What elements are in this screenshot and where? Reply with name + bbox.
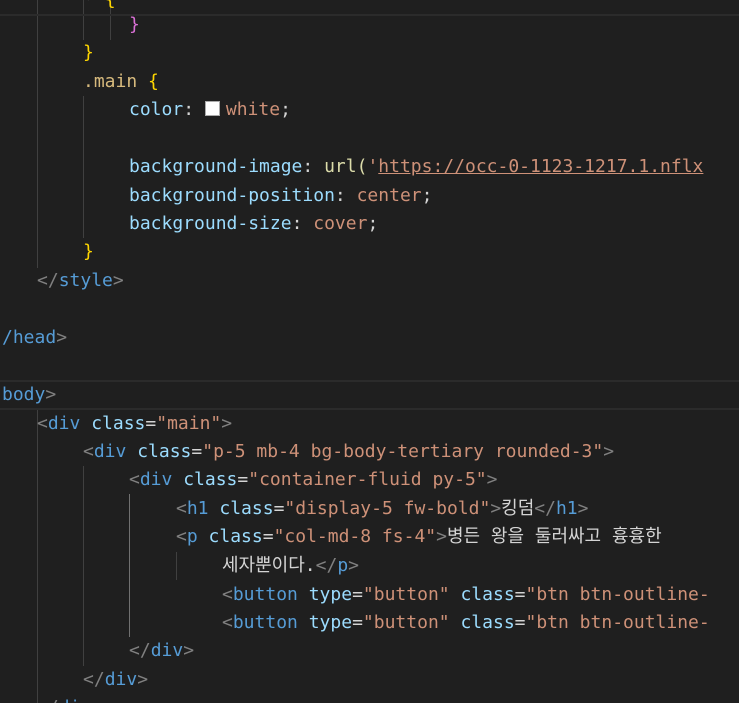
code-line: * {	[83, 0, 116, 14]
code-token: div	[47, 413, 81, 434]
code-token: '	[367, 156, 379, 177]
code-line: <p class="col-md-8 fs-4">병든 왕을 둘러싸고 흉흉한	[176, 526, 662, 547]
code-token: "container-fluid py-5"	[248, 469, 487, 490]
code-line: background-size: cover;	[129, 213, 379, 234]
code-editor[interactable]: * { } } .main { color: white; background…	[0, 0, 739, 703]
code-link[interactable]: https://occ-0-1123-1217.1.nflx	[378, 156, 703, 177]
code-token: div	[139, 469, 173, 490]
code-token: div	[93, 441, 127, 462]
code-token: class	[208, 526, 263, 547]
code-line: }	[129, 11, 140, 39]
code-text: 킹덤	[501, 498, 535, 519]
code-text: 병든 왕을 둘러싸고 흉흉한	[446, 526, 662, 547]
indent-guide	[37, 0, 38, 268]
code-token: .main	[83, 71, 138, 92]
code-line: background-image: url('https://occ-0-112…	[129, 156, 704, 177]
color-swatch-icon[interactable]	[204, 101, 220, 116]
code-token: class	[183, 469, 238, 490]
code-token: p	[186, 526, 198, 547]
code-token: "button"	[362, 584, 450, 605]
code-token: "button"	[362, 612, 450, 633]
indent-guide	[83, 96, 84, 238]
code-line: <button type="button" class="btn btn-out…	[222, 584, 710, 605]
code-token: "p-5 mb-4 bg-body-tertiary rounded-3"	[202, 441, 604, 462]
code-token: url(	[324, 156, 368, 177]
code-token: background-position	[129, 185, 335, 206]
code-token: div	[150, 640, 184, 661]
indent-guide	[37, 410, 38, 703]
code-token: class	[137, 441, 192, 462]
code-line: }	[83, 39, 94, 67]
code-token: style	[58, 270, 113, 291]
code-token: class	[91, 413, 146, 434]
code-line: </div>	[37, 694, 102, 703]
code-token: "btn btn-outline-	[525, 612, 710, 633]
code-line: .main {	[83, 71, 159, 92]
code-line: </style>	[37, 270, 124, 291]
code-token: div	[104, 669, 138, 690]
code-token: head	[12, 327, 57, 348]
code-line: <div class="main">	[37, 413, 233, 434]
code-token: }	[129, 14, 140, 35]
code-line: body>	[2, 384, 57, 405]
code-token: "btn btn-outline-	[525, 584, 710, 605]
code-token: {	[105, 0, 116, 10]
code-token: cover	[313, 213, 368, 234]
code-token: white	[225, 99, 281, 120]
code-token: h1	[186, 498, 209, 519]
code-token: "col-md-8 fs-4"	[273, 526, 437, 547]
indent-guide	[176, 552, 177, 580]
code-line: <button type="button" class="btn btn-out…	[222, 612, 710, 633]
code-line: }	[83, 238, 94, 266]
code-line: <div class="container-fluid py-5">	[129, 469, 498, 490]
indent-guide	[129, 494, 130, 637]
code-token: center	[356, 185, 422, 206]
code-token: "main"	[156, 413, 222, 434]
sticky-scroll-divider	[0, 14, 739, 16]
code-token: type	[308, 612, 353, 633]
code-line: </div>	[83, 669, 149, 690]
code-token: background-image	[129, 156, 303, 177]
code-line: 세자뿐이다.</p>	[222, 555, 360, 576]
code-line: background-position: center;	[129, 185, 433, 206]
code-line: <h1 class="display-5 fw-bold">킹덤</h1>	[176, 498, 589, 519]
code-token: color	[129, 99, 184, 120]
code-text: 세자뿐이다.	[222, 555, 316, 576]
code-line: /head>	[2, 327, 68, 348]
code-token: }	[83, 241, 94, 262]
code-line: </div>	[129, 640, 195, 661]
code-token: type	[308, 584, 353, 605]
code-token: class	[460, 612, 515, 633]
code-token: class	[460, 584, 515, 605]
code-token: class	[219, 498, 274, 519]
code-token: body	[2, 384, 46, 405]
code-token: button	[232, 612, 298, 633]
code-token: button	[232, 584, 298, 605]
code-token: }	[83, 42, 94, 63]
code-line: <div class="p-5 mb-4 bg-body-tertiary ro…	[83, 441, 615, 462]
code-token: background-size	[129, 213, 292, 234]
sticky-scroll-divider	[0, 380, 739, 382]
code-line: color: white;	[129, 99, 291, 120]
code-token: "display-5 fw-bold"	[284, 498, 491, 519]
indent-guide	[83, 466, 84, 666]
